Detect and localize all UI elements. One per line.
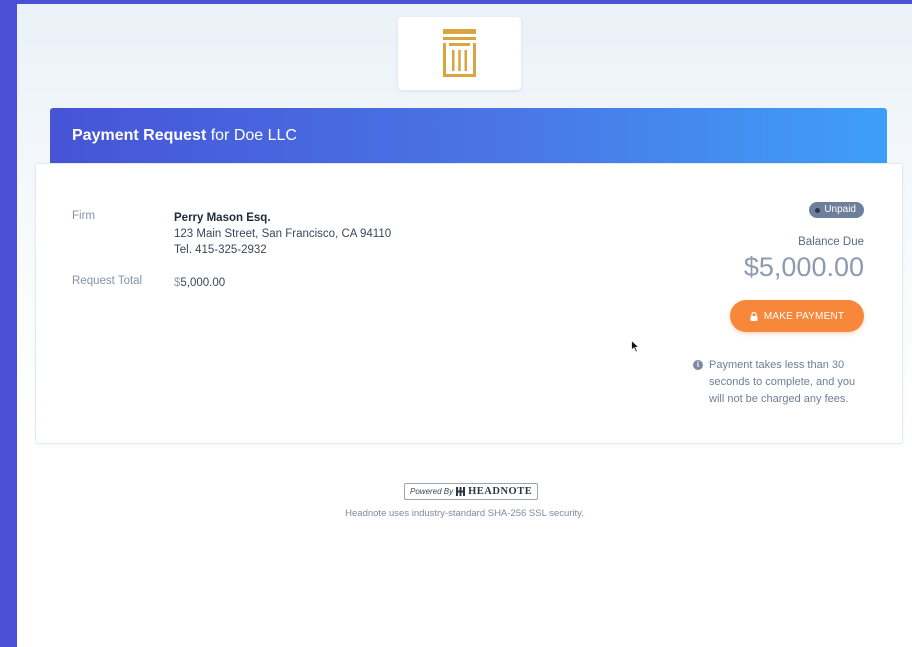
- pillar-icon: [443, 29, 476, 77]
- make-payment-button[interactable]: MAKE PAYMENT: [730, 300, 864, 332]
- firm-label: Firm: [72, 210, 95, 222]
- firm-address: 123 Main Street, San Francisco, CA 94110: [174, 228, 392, 240]
- status-badge: Unpaid: [809, 202, 864, 218]
- headnote-brand: HEADNOTE: [468, 486, 533, 497]
- security-note: Headnote uses industry-standard SHA-256 …: [345, 508, 584, 519]
- status-badge-label: Unpaid: [824, 204, 856, 215]
- banner-title-bold: Payment Request: [72, 127, 207, 144]
- payment-info-text: Payment takes less than 30 seconds to co…: [709, 359, 856, 405]
- banner-title-client: for Doe LLC: [206, 127, 297, 144]
- request-card: Firm Perry Mason Esq. 123 Main Street, S…: [35, 163, 903, 444]
- headnote-logo-icon: [456, 487, 466, 496]
- request-total-amount: 5,000.00: [180, 277, 226, 289]
- lock-icon: [750, 311, 758, 321]
- info-icon: i: [693, 360, 703, 370]
- powered-by-headnote-badge[interactable]: Powered By HEADNOTE: [404, 483, 539, 500]
- balance-currency: $: [743, 252, 759, 282]
- payment-info: i Payment takes less than 30 seconds to …: [693, 357, 868, 408]
- balance-due-amount: $5,000.00: [744, 252, 864, 283]
- request-total-value: $5,000.00: [174, 275, 225, 291]
- banner-title: Payment Request for Doe LLC: [72, 127, 297, 145]
- firm-phone: Tel. 415-325-2932: [174, 244, 267, 256]
- firm-details: Perry Mason Esq. 123 Main Street, San Fr…: [174, 210, 391, 258]
- mouse-cursor-icon: [631, 340, 640, 353]
- powered-by-label: Powered By: [410, 487, 454, 496]
- page-frame: Payment Request for Doe LLC Firm Perry M…: [17, 4, 912, 647]
- status-dot-icon: [815, 207, 821, 213]
- balance-value: 5,000.00: [758, 252, 864, 282]
- firm-name: Perry Mason Esq.: [174, 212, 271, 224]
- balance-due-label: Balance Due: [798, 236, 864, 248]
- request-total-label: Request Total: [72, 275, 143, 287]
- firm-logo: [398, 17, 521, 90]
- payment-request-banner: Payment Request for Doe LLC: [50, 108, 887, 163]
- make-payment-label: MAKE PAYMENT: [763, 310, 845, 322]
